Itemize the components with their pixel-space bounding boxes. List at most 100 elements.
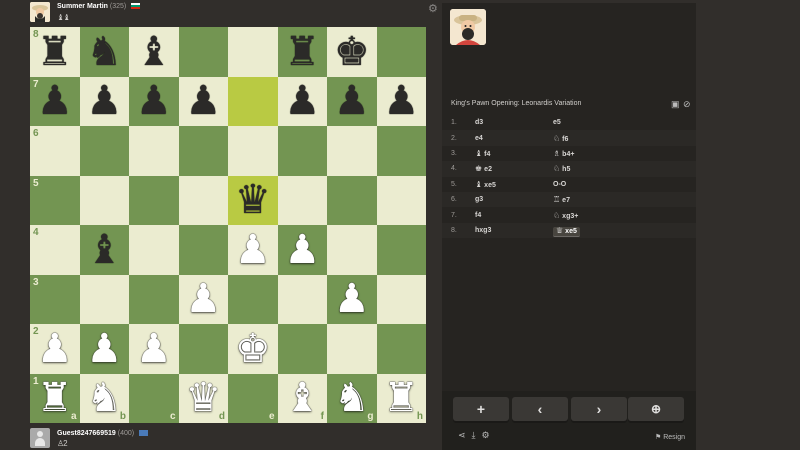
square-d4[interactable] bbox=[178, 225, 228, 275]
black-queen-piece[interactable]: ♛ bbox=[235, 180, 271, 220]
bottom-player-name[interactable]: Guest8247669519 bbox=[57, 430, 116, 437]
square-c3[interactable] bbox=[129, 274, 179, 324]
square-g6[interactable] bbox=[327, 126, 377, 176]
white-move[interactable]: ♝ xe5 bbox=[470, 180, 537, 189]
white-move[interactable]: hxg3 bbox=[470, 227, 537, 234]
white-move[interactable]: ♚ e2 bbox=[470, 164, 537, 173]
black-pawn-piece[interactable]: ♟ bbox=[334, 81, 370, 121]
board-settings-gear-icon[interactable]: ⚙ bbox=[428, 2, 438, 15]
square-h1[interactable]: h ♜ bbox=[376, 373, 426, 423]
square-d6[interactable] bbox=[178, 126, 228, 176]
black-knight-piece[interactable]: ♞ bbox=[86, 32, 122, 72]
white-pawn-piece[interactable]: ♟ bbox=[235, 230, 271, 270]
square-d7[interactable]: ♟ bbox=[178, 76, 228, 126]
square-e6[interactable] bbox=[228, 126, 278, 176]
white-queen-piece[interactable]: ♛ bbox=[185, 378, 221, 418]
square-b8[interactable]: ♞ bbox=[79, 27, 129, 77]
square-c4[interactable] bbox=[129, 225, 179, 275]
top-player-name[interactable]: Summer Martin bbox=[57, 3, 108, 10]
square-f5[interactable] bbox=[277, 175, 327, 225]
share-icon[interactable]: ⋖ bbox=[458, 430, 472, 440]
chess-board[interactable]: 8 ♜ ♞ ♝ ♜ ♚ 7 ♟ ♟ ♟ ♟ ♟ ♟ ♟ 6 5 ♛ 4 ♝ ♟ ♟ 3 ♟ ♟ 2 ♟ ♟ ♟ ♚ 1 a ♜ b ♞ c d ♛ e f ♝… bbox=[30, 27, 426, 423]
white-pawn-piece[interactable]: ♟ bbox=[136, 329, 172, 369]
square-e4[interactable]: ♟ bbox=[228, 225, 278, 275]
square-h8[interactable] bbox=[376, 27, 426, 77]
square-g3[interactable]: ♟ bbox=[327, 274, 377, 324]
square-a3[interactable]: 3 bbox=[30, 274, 80, 324]
white-move[interactable]: e4 bbox=[470, 135, 537, 142]
square-g8[interactable]: ♚ bbox=[327, 27, 377, 77]
square-d2[interactable] bbox=[178, 324, 228, 374]
square-d3[interactable]: ♟ bbox=[178, 274, 228, 324]
white-pawn-piece[interactable]: ♟ bbox=[284, 230, 320, 270]
square-c1[interactable]: c bbox=[129, 373, 179, 423]
square-b5[interactable] bbox=[79, 175, 129, 225]
square-f1[interactable]: f ♝ bbox=[277, 373, 327, 423]
square-c7[interactable]: ♟ bbox=[129, 76, 179, 126]
black-move[interactable]: ♘ xg3+ bbox=[537, 211, 623, 220]
black-move[interactable]: O-O bbox=[537, 181, 623, 188]
square-e2[interactable]: ♚ bbox=[228, 324, 278, 374]
square-h4[interactable] bbox=[376, 225, 426, 275]
white-pawn-piece[interactable]: ♟ bbox=[334, 279, 370, 319]
square-b3[interactable] bbox=[79, 274, 129, 324]
bottom-player-avatar[interactable] bbox=[30, 428, 50, 448]
black-pawn-piece[interactable]: ♟ bbox=[136, 81, 172, 121]
square-e3[interactable] bbox=[228, 274, 278, 324]
square-a5[interactable]: 5 bbox=[30, 175, 80, 225]
white-move[interactable]: ♝ f4 bbox=[470, 149, 537, 158]
black-move[interactable]: ♖ e7 bbox=[537, 195, 623, 204]
top-player-avatar[interactable] bbox=[30, 2, 50, 22]
white-move[interactable]: g3 bbox=[470, 196, 537, 203]
square-g7[interactable]: ♟ bbox=[327, 76, 377, 126]
square-a1[interactable]: 1 a ♜ bbox=[30, 373, 80, 423]
square-e1[interactable]: e bbox=[228, 373, 278, 423]
square-b2[interactable]: ♟ bbox=[79, 324, 129, 374]
square-c6[interactable] bbox=[129, 126, 179, 176]
analysis-button[interactable]: ⊕ bbox=[628, 397, 684, 421]
square-a7[interactable]: 7 ♟ bbox=[30, 76, 80, 126]
square-d8[interactable] bbox=[178, 27, 228, 77]
white-rook-piece[interactable]: ♜ bbox=[37, 378, 73, 418]
square-b7[interactable]: ♟ bbox=[79, 76, 129, 126]
black-move[interactable]: ♗ b4+ bbox=[537, 149, 623, 158]
square-h3[interactable] bbox=[376, 274, 426, 324]
black-move[interactable]: ♘ f6 bbox=[537, 134, 623, 143]
book-icon[interactable]: ▣ bbox=[671, 99, 680, 110]
black-move[interactable]: e5 bbox=[537, 119, 623, 126]
settings-gear-icon[interactable]: ⚙ bbox=[482, 430, 496, 440]
white-pawn-piece[interactable]: ♟ bbox=[37, 329, 73, 369]
download-icon[interactable]: ⤓ bbox=[472, 430, 482, 440]
square-e7[interactable] bbox=[228, 76, 278, 126]
square-f2[interactable] bbox=[277, 324, 327, 374]
black-pawn-piece[interactable]: ♟ bbox=[284, 81, 320, 121]
black-pawn-piece[interactable]: ♟ bbox=[37, 81, 73, 121]
analysis-icon[interactable]: ⊘ bbox=[683, 99, 691, 110]
square-b4[interactable]: ♝ bbox=[79, 225, 129, 275]
square-f7[interactable]: ♟ bbox=[277, 76, 327, 126]
white-bishop-piece[interactable]: ♝ bbox=[284, 378, 320, 418]
square-h7[interactable]: ♟ bbox=[376, 76, 426, 126]
square-b1[interactable]: b ♞ bbox=[79, 373, 129, 423]
square-f3[interactable] bbox=[277, 274, 327, 324]
square-e5[interactable]: ♛ bbox=[228, 175, 278, 225]
square-d1[interactable]: d ♛ bbox=[178, 373, 228, 423]
square-h2[interactable] bbox=[376, 324, 426, 374]
previous-move-button[interactable]: ‹ bbox=[512, 397, 568, 421]
new-game-button[interactable]: + bbox=[453, 397, 509, 421]
square-b6[interactable] bbox=[79, 126, 129, 176]
resign-button[interactable]: ⚑ Resign bbox=[655, 433, 685, 441]
black-pawn-piece[interactable]: ♟ bbox=[383, 81, 419, 121]
white-knight-piece[interactable]: ♞ bbox=[86, 378, 122, 418]
black-bishop-piece[interactable]: ♝ bbox=[136, 32, 172, 72]
black-pawn-piece[interactable]: ♟ bbox=[185, 81, 221, 121]
black-rook-piece[interactable]: ♜ bbox=[284, 32, 320, 72]
square-f4[interactable]: ♟ bbox=[277, 225, 327, 275]
black-bishop-piece[interactable]: ♝ bbox=[86, 230, 122, 270]
square-c5[interactable] bbox=[129, 175, 179, 225]
white-pawn-piece[interactable]: ♟ bbox=[185, 279, 221, 319]
black-rook-piece[interactable]: ♜ bbox=[37, 32, 73, 72]
black-pawn-piece[interactable]: ♟ bbox=[86, 81, 122, 121]
square-c2[interactable]: ♟ bbox=[129, 324, 179, 374]
square-f8[interactable]: ♜ bbox=[277, 27, 327, 77]
